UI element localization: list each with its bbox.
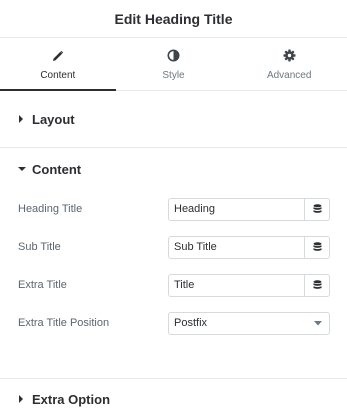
pencil-icon — [52, 48, 64, 64]
section-extra-option[interactable]: Extra Option — [0, 379, 347, 419]
extra-title-position-value: Postfix — [174, 317, 208, 329]
section-layout-label: Layout — [32, 111, 75, 127]
field-label: Sub Title — [18, 241, 61, 253]
tab-style[interactable]: Style — [116, 38, 232, 90]
section-content-header[interactable]: Content — [0, 148, 347, 190]
contrast-icon — [167, 48, 180, 64]
section-content-label: Content — [32, 161, 82, 177]
panel-title: Edit Heading Title — [114, 10, 233, 27]
field-label: Heading Title — [18, 203, 83, 215]
tab-advanced[interactable]: Advanced — [231, 38, 347, 90]
dynamic-tags-button[interactable] — [304, 198, 329, 220]
caret-right-icon — [18, 395, 32, 403]
tab-content[interactable]: Content — [0, 38, 116, 91]
chevron-down-icon — [307, 313, 329, 334]
caret-right-icon — [18, 115, 32, 123]
extra-title-input[interactable]: Title — [169, 275, 304, 296]
gear-icon — [283, 48, 296, 64]
tab-advanced-label: Advanced — [266, 69, 312, 81]
extra-title-position-select[interactable]: Postfix — [168, 311, 330, 335]
field-label: Extra Title Position — [18, 317, 110, 329]
field-heading-title: Heading Title Heading — [0, 190, 347, 228]
tab-style-label: Style — [162, 69, 185, 81]
panel-header: Edit Heading Title — [0, 0, 347, 38]
extra-title-control: Title — [168, 273, 330, 297]
dynamic-tags-button[interactable] — [304, 274, 329, 296]
field-sub-title: Sub Title Sub Title — [0, 228, 347, 266]
heading-title-control: Heading — [168, 197, 330, 221]
section-extra-option-label: Extra Option — [32, 391, 111, 407]
sub-title-control: Sub Title — [168, 235, 330, 259]
section-content: Content Heading Title Heading Sub Title … — [0, 148, 347, 379]
section-layout[interactable]: Layout — [0, 91, 347, 148]
field-extra-title-position: Extra Title Position Postfix — [0, 304, 347, 342]
tab-content-label: Content — [40, 69, 76, 81]
caret-down-icon — [18, 166, 32, 172]
tab-bar: Content Style Advanced — [0, 38, 347, 91]
field-extra-title: Extra Title Title — [0, 266, 347, 304]
database-icon — [313, 204, 321, 213]
database-icon — [313, 242, 321, 251]
heading-title-input[interactable]: Heading — [169, 199, 304, 220]
database-icon — [313, 280, 321, 289]
sub-title-input[interactable]: Sub Title — [169, 237, 304, 258]
dynamic-tags-button[interactable] — [304, 236, 329, 258]
field-label: Extra Title — [18, 279, 67, 291]
